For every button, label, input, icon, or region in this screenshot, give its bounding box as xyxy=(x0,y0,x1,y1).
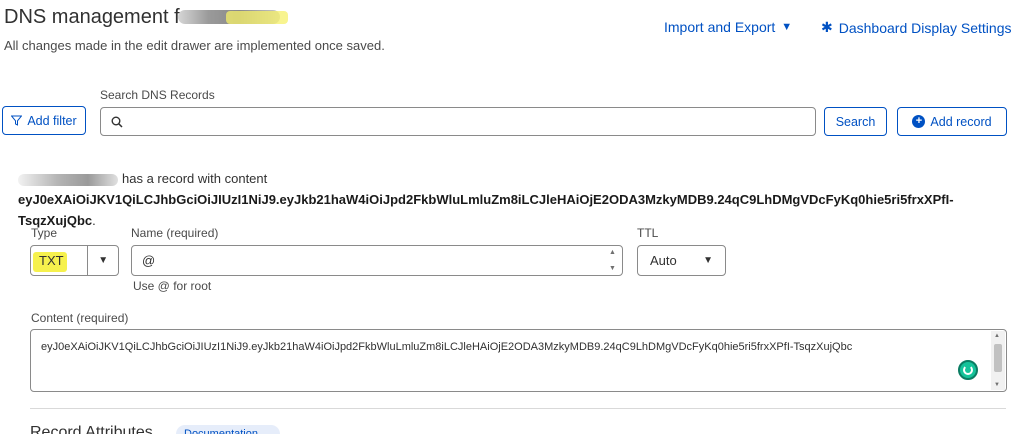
content-value: eyJ0eXAiOiJKV1QiLCJhbGciOiJIUzI1NiJ9.eyJ… xyxy=(41,341,853,353)
add-filter-button[interactable]: Add filter xyxy=(2,106,86,135)
record-attributes-heading: Record Attributes xyxy=(30,424,153,434)
add-record-label: Add record xyxy=(930,114,992,129)
type-label: Type xyxy=(31,226,58,240)
documentation-pill[interactable]: Documentation xyxy=(176,425,280,434)
scroll-down-icon[interactable]: ▼ xyxy=(994,382,1000,388)
search-icon xyxy=(111,116,123,128)
search-label: Search DNS Records xyxy=(100,88,215,102)
plus-circle-icon: + xyxy=(912,115,926,128)
message-prefix: has a record with content xyxy=(122,171,268,186)
dashboard-settings-link[interactable]: ✱ Dashboard Display Settings xyxy=(821,19,1012,36)
scrollbar-thumb[interactable] xyxy=(994,344,1002,372)
content-label: Content (required) xyxy=(31,311,129,325)
filter-icon xyxy=(11,115,23,126)
search-button-label: Search xyxy=(835,114,876,129)
ttl-label: TTL xyxy=(637,226,659,240)
content-scrollbar[interactable]: ▲ ▼ xyxy=(991,331,1005,390)
record-exists-message: has a record with content eyJ0eXAiOiJKV1… xyxy=(18,168,1018,231)
page-subtitle: All changes made in the edit drawer are … xyxy=(4,38,385,53)
message-content: eyJ0eXAiOiJKV1QiLCJhbGciOiJIUzI1NiJ9.eyJ… xyxy=(18,192,954,228)
name-label: Name (required) xyxy=(131,226,219,240)
section-divider xyxy=(30,408,1006,409)
search-button[interactable]: Search xyxy=(824,107,887,136)
search-box xyxy=(100,107,816,136)
type-value: TXT xyxy=(39,253,64,268)
redacted-record-name xyxy=(18,173,118,186)
ttl-value: Auto xyxy=(650,253,677,268)
scroll-up-icon[interactable]: ▲ xyxy=(994,333,1000,339)
type-select[interactable]: TXT ▼ xyxy=(30,245,119,276)
chevron-down-icon: ▼ xyxy=(703,255,713,266)
search-input[interactable] xyxy=(131,114,815,129)
content-textarea[interactable]: eyJ0eXAiOiJKV1QiLCJhbGciOiJIUzI1NiJ9.eyJ… xyxy=(30,329,1007,392)
name-value: @ xyxy=(142,253,156,268)
ttl-select[interactable]: Auto ▼ xyxy=(637,245,726,276)
import-export-label: Import and Export xyxy=(664,19,776,35)
page-title: DNS management for xyxy=(4,6,198,28)
gear-icon: ✱ xyxy=(821,19,833,35)
add-record-button[interactable]: + Add record xyxy=(897,107,1007,136)
add-filter-label: Add filter xyxy=(27,113,77,128)
name-spinner[interactable]: ▲ ▼ xyxy=(609,249,618,272)
chevron-down-icon[interactable]: ▼ xyxy=(87,246,118,275)
caret-down-icon: ▼ xyxy=(781,21,793,33)
name-field[interactable]: @ ▲ ▼ xyxy=(131,245,623,276)
message-suffix: . xyxy=(92,213,96,228)
spinner-down-icon[interactable]: ▼ xyxy=(609,265,618,272)
import-export-menu[interactable]: Import and Export ▼ xyxy=(664,19,792,35)
name-hint: Use @ for root xyxy=(133,279,212,293)
dashboard-settings-label: Dashboard Display Settings xyxy=(838,19,1012,36)
spinner-up-icon[interactable]: ▲ xyxy=(609,249,618,256)
domain-highlight xyxy=(226,11,288,24)
grammar-assistant-icon[interactable] xyxy=(958,360,978,380)
